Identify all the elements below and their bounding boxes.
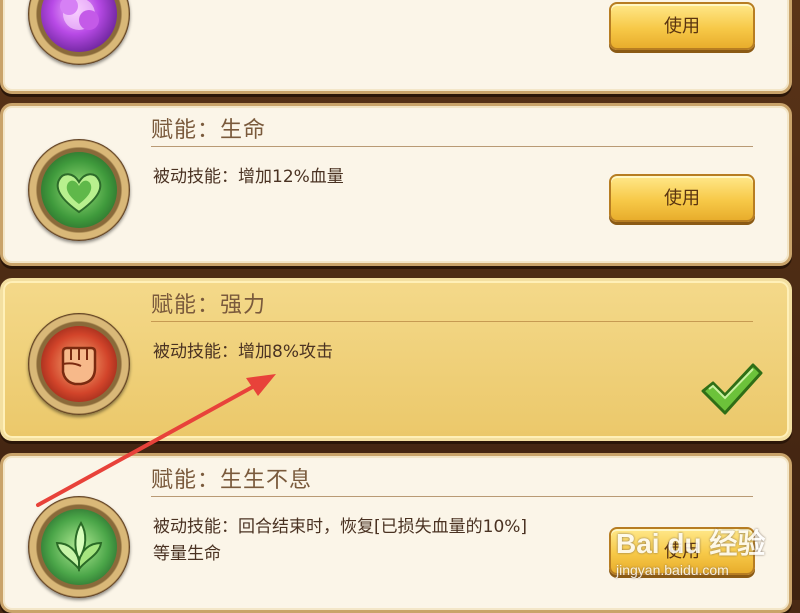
use-button[interactable]: 使用: [609, 174, 755, 222]
divider: [151, 321, 753, 322]
talent-description: 被动技能：增加12%血量: [153, 167, 344, 187]
red-fist-icon: [41, 326, 117, 402]
use-button[interactable]: 使用: [609, 2, 755, 50]
talent-card-life: 赋能：生命 被动技能：增加12%血量 使用: [0, 103, 792, 266]
check-icon: [701, 363, 763, 415]
talent-icon-frame: [28, 0, 130, 65]
baidu-watermark: Bai du 经验 jingyan.baidu.com: [612, 516, 782, 586]
talent-description: 被动技能：回合结束时，恢复[已损失血量的10%] 等量生命: [153, 514, 603, 568]
talent-icon-frame: [28, 496, 130, 598]
green-leaf-icon: [41, 509, 117, 585]
talent-card-power-selected[interactable]: 赋能：强力 被动技能：增加8%攻击: [0, 278, 792, 441]
talent-list-panel: 使用 赋能：生命 被动技能：增加12%血量 使用 赋能：强力 被动技能：增加8%…: [0, 0, 800, 613]
watermark-url: jingyan.baidu.com: [616, 562, 729, 578]
watermark-logo: Bai du 经验: [616, 528, 766, 559]
talent-description-line: 等量生命: [153, 544, 221, 564]
talent-title: 赋能：强力: [151, 293, 267, 318]
talent-card: 使用: [0, 0, 792, 94]
green-heart-icon: [41, 152, 117, 228]
talent-title: 赋能：生生不息: [151, 468, 313, 493]
divider: [151, 146, 753, 147]
talent-icon-frame: [28, 139, 130, 241]
talent-icon-frame: [28, 313, 130, 415]
divider: [151, 496, 753, 497]
talent-title: 赋能：生命: [151, 118, 267, 143]
talent-description-line: 被动技能：回合结束时，恢复[已损失血量的10%]: [153, 517, 528, 537]
purple-burst-icon: [41, 0, 117, 52]
talent-description: 被动技能：增加8%攻击: [153, 342, 333, 362]
